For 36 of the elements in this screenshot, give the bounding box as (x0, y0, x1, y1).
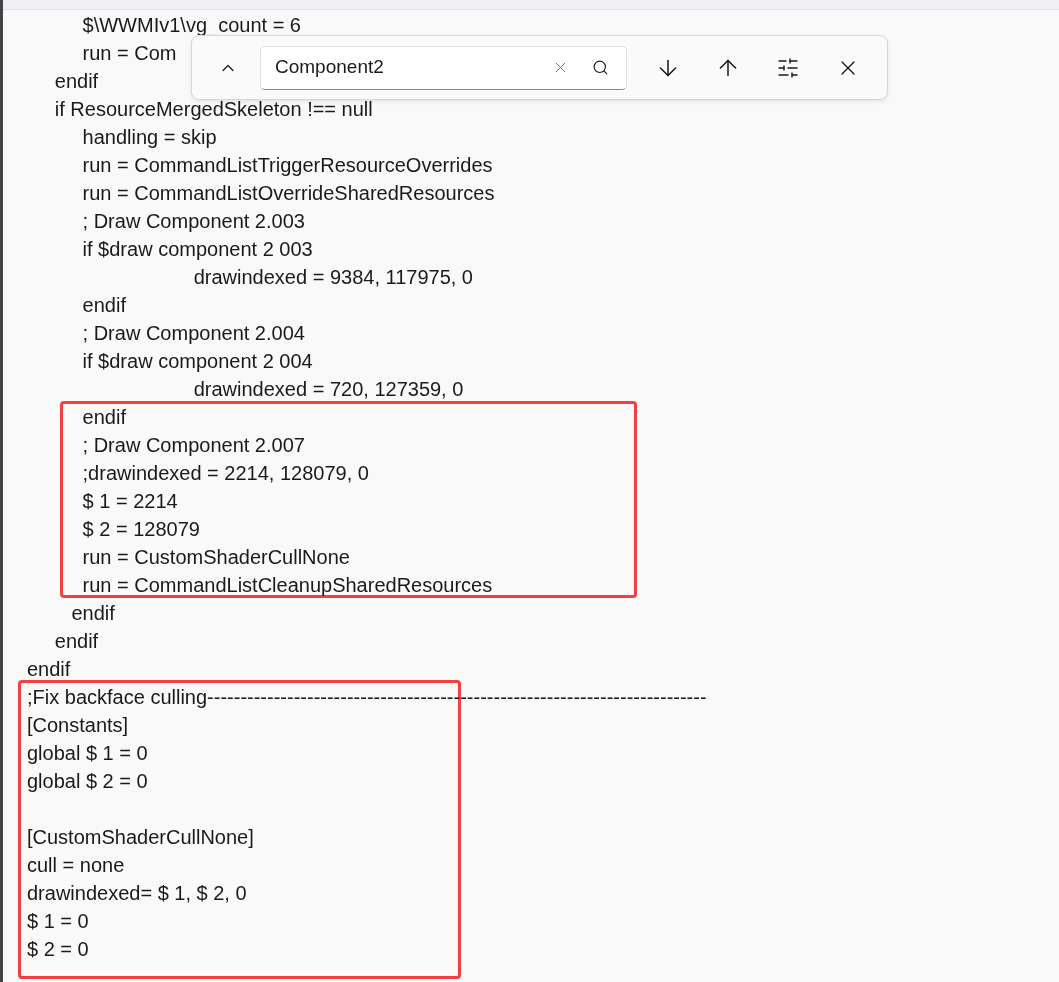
code-line: $\WWMIv1\vg_count = 6 (81, 14, 301, 36)
code-line: run = CustomShaderCullNone (81, 546, 350, 568)
code-line: endif (53, 630, 99, 652)
code-line: $ 2 = 0 (27, 938, 89, 960)
code-line: drawindexed = 720, 127359, 0 (192, 378, 464, 400)
code-line: $ 1 = 2214 (81, 490, 178, 512)
code-line: endif (70, 602, 115, 624)
code-line: ; Draw Component 2.004 (81, 322, 305, 344)
search-icon (591, 59, 609, 76)
code-line: if $draw component 2 003 (81, 238, 313, 260)
code-line: handling = skip (81, 126, 217, 148)
search-field[interactable]: Component2 (260, 45, 627, 90)
code-line: run = CommandListCleanupSharedResources (81, 574, 493, 596)
code-line: global $ 1 = 0 (27, 742, 148, 764)
code-line: global $ 2 = 0 (27, 770, 148, 792)
code-line: ; Draw Component 2.007 (81, 434, 305, 456)
code-line: endif (53, 70, 99, 92)
code-line: [CustomShaderCullNone] (27, 826, 254, 848)
code-line: endif (81, 294, 126, 316)
code-line: ;drawindexed = 2214, 128079, 0 (81, 462, 369, 484)
code-line: run = CommandListOverrideSharedResources (81, 182, 495, 204)
code-line: $ 2 = 128079 (81, 518, 200, 540)
code-line: cull = none (27, 854, 125, 876)
code-line: drawindexed= $ 1, $ 2, 0 (27, 882, 247, 904)
code-line: drawindexed = 9384, 117975, 0 (192, 266, 473, 288)
code-line: $ 1 = 0 (27, 910, 89, 932)
code-line: run = CommandListTriggerResourceOverrides (81, 154, 493, 176)
search-input[interactable]: Component2 (275, 53, 544, 82)
code-line: endif (27, 658, 71, 680)
code-line: run = Com (81, 42, 177, 64)
code-line: [Constants] (27, 714, 129, 736)
code-line: if ResourceMergedSkeleton !== null (53, 98, 373, 120)
code-line: endif (81, 406, 126, 428)
settings-icon (776, 55, 800, 80)
code-line: if $draw component 2 004 (81, 350, 313, 372)
code-line: ; Draw Component 2.003 (81, 210, 305, 232)
